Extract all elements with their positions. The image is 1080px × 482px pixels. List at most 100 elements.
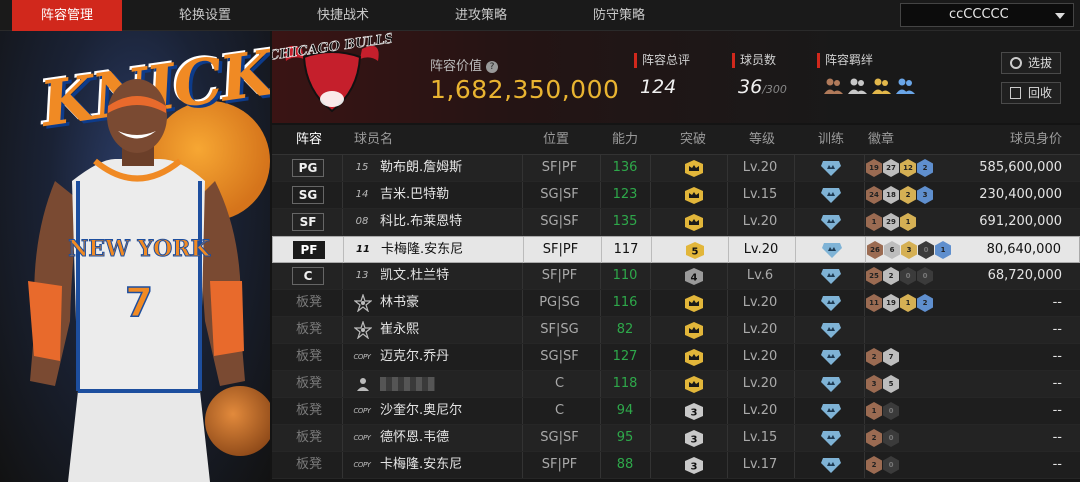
table-row[interactable]: SG 14 吉米.巴特勒 SG|SF 123 Lv.15 24 18 2 3 230,400,000 — [272, 182, 1080, 209]
table-row[interactable]: 板凳 COPY 卡梅隆.安东尼 SF|PF 88 3 Lv.17 2 0 -- — [272, 452, 1080, 479]
training-icon[interactable] — [821, 215, 841, 230]
badge-icon[interactable]: 26 — [867, 241, 883, 259]
training-icon[interactable] — [822, 243, 842, 258]
badge-icon[interactable]: 0 — [883, 429, 899, 447]
bond-bronze-icon[interactable] — [823, 77, 844, 95]
tab-defense-strategy[interactable]: 防守策略 — [564, 0, 674, 31]
column-divider — [343, 237, 344, 263]
team-select-dropdown[interactable]: ccCCCCC — [900, 3, 1074, 27]
badge-icon[interactable]: 18 — [883, 186, 899, 204]
badge-icon[interactable]: 3 — [866, 375, 882, 393]
player-name[interactable]: 崔永熙 — [380, 317, 419, 343]
badge-icon[interactable]: 1 — [866, 213, 882, 231]
badge-icon[interactable]: 0 — [883, 456, 899, 474]
badge-icon[interactable]: 2 — [866, 456, 882, 474]
table-row[interactable]: PG 15 勒布朗.詹姆斯 SF|PF 136 Lv.20 19 27 12 2 585,600,0… — [272, 155, 1080, 182]
player-name[interactable]: 凯文.杜兰特 — [380, 263, 449, 289]
column-divider — [864, 263, 865, 289]
col-training[interactable]: 训练 — [818, 125, 844, 155]
bond-silver-icon[interactable] — [847, 77, 868, 95]
table-row[interactable]: SF 08 科比.布莱恩特 SG|SF 135 Lv.20 1 29 1 691,200,000 — [272, 209, 1080, 236]
badge-icon[interactable]: 2 — [917, 159, 933, 177]
badge-icon[interactable]: 12 — [900, 159, 916, 177]
player-name[interactable]: 卡梅隆.安东尼 — [380, 452, 462, 478]
training-icon[interactable] — [821, 269, 841, 284]
col-badges[interactable]: 徽章 — [868, 125, 894, 155]
badge-icon[interactable]: 0 — [900, 267, 916, 285]
badge-icon[interactable]: 1 — [866, 402, 882, 420]
tab-rotation-settings[interactable]: 轮换设置 — [150, 0, 260, 31]
training-icon[interactable] — [821, 431, 841, 446]
badge-icon[interactable]: 29 — [883, 213, 899, 231]
player-name[interactable]: 沙奎尔.奥尼尔 — [380, 398, 462, 424]
crown-breakthrough-icon — [685, 349, 703, 366]
badge-icon[interactable]: 5 — [883, 375, 899, 393]
col-breakthrough[interactable]: 突破 — [680, 125, 706, 155]
badge-icon[interactable]: 0 — [918, 241, 934, 259]
table-row[interactable]: 板凳 COPY 迈克尔.乔丹 SG|SF 127 Lv.20 2 7 -- — [272, 344, 1080, 371]
table-row[interactable]: 板凳 C 118 Lv.20 3 5 -- — [272, 371, 1080, 398]
table-row[interactable]: 板凳 崔永熙 SF|SG 82 Lv.20 -- — [272, 317, 1080, 344]
col-player-name[interactable]: 球员名 — [354, 125, 393, 155]
table-row[interactable]: PF 11 卡梅隆.安东尼 SF|PF 117 5 Lv.20 26 6 3 0 1 80,640,00… — [272, 236, 1080, 263]
badge-icon[interactable]: 25 — [866, 267, 882, 285]
badge-icon[interactable]: 2 — [866, 429, 882, 447]
tab-lineup-management[interactable]: 阵容管理 — [12, 0, 122, 31]
player-name[interactable]: 德怀恩.韦德 — [380, 425, 449, 451]
slot-badge[interactable]: C — [292, 267, 324, 285]
training-icon[interactable] — [821, 161, 841, 176]
slot-badge[interactable]: SG — [292, 186, 324, 204]
table-row[interactable]: 板凳 COPY 德怀恩.韦德 SG|SF 95 3 Lv.15 2 0 -- — [272, 425, 1080, 452]
training-icon[interactable] — [821, 404, 841, 419]
col-slot[interactable]: 阵容 — [296, 125, 322, 155]
col-ability[interactable]: 能力 — [612, 125, 638, 155]
player-name[interactable]: 林书豪 — [380, 290, 419, 316]
table-row[interactable]: 板凳 COPY 沙奎尔.奥尼尔 C 94 3 Lv.20 1 0 -- — [272, 398, 1080, 425]
badge-icon[interactable]: 6 — [884, 241, 900, 259]
svg-text:5: 5 — [692, 247, 699, 258]
badge-icon[interactable]: 2 — [866, 348, 882, 366]
player-name[interactable]: 吉米.巴特勒 — [380, 182, 449, 208]
training-icon[interactable] — [821, 323, 841, 338]
slot-badge[interactable]: PF — [293, 241, 325, 259]
badge-icon[interactable]: 3 — [901, 241, 917, 259]
badge-icon[interactable]: 1 — [900, 294, 916, 312]
tab-quick-tactics[interactable]: 快捷战术 — [288, 0, 398, 31]
badge-icon[interactable]: 24 — [866, 186, 882, 204]
slot-badge[interactable]: SF — [292, 213, 324, 231]
select-button[interactable]: 选拔 — [1001, 52, 1061, 74]
badge-icon[interactable]: 1 — [900, 213, 916, 231]
training-icon[interactable] — [821, 188, 841, 203]
badge-icon[interactable]: 2 — [900, 186, 916, 204]
badge-icon[interactable]: 19 — [883, 294, 899, 312]
recycle-button[interactable]: 回收 — [1001, 82, 1061, 104]
training-icon[interactable] — [821, 458, 841, 473]
player-name[interactable]: 勒布朗.詹姆斯 — [380, 155, 462, 181]
bond-gold-icon[interactable] — [871, 77, 892, 95]
badge-icon[interactable]: 2 — [917, 294, 933, 312]
col-level[interactable]: 等级 — [749, 125, 775, 155]
training-icon[interactable] — [821, 377, 841, 392]
col-player-value[interactable]: 球员身价 — [1010, 125, 1062, 155]
table-row[interactable]: 板凳 林书豪 PG|SG 116 Lv.20 11 19 1 2 -- — [272, 290, 1080, 317]
table-row[interactable]: C 13 凯文.杜兰特 SF|PF 110 4 Lv.6 25 2 0 0 68,720,000 — [272, 263, 1080, 290]
badge-icon[interactable]: 2 — [883, 267, 899, 285]
training-icon[interactable] — [821, 296, 841, 311]
bond-blue-icon[interactable] — [895, 77, 916, 95]
badge-icon[interactable]: 11 — [866, 294, 882, 312]
badge-icon[interactable]: 3 — [917, 186, 933, 204]
slot-badge[interactable]: PG — [292, 159, 324, 177]
player-name[interactable]: 迈克尔.乔丹 — [380, 344, 449, 370]
badge-icon[interactable]: 0 — [917, 267, 933, 285]
player-name[interactable]: 卡梅隆.安东尼 — [381, 237, 463, 263]
col-position[interactable]: 位置 — [543, 125, 569, 155]
badge-icon[interactable]: 27 — [883, 159, 899, 177]
badge-icon[interactable]: 0 — [883, 402, 899, 420]
player-name[interactable]: 科比.布莱恩特 — [380, 209, 462, 235]
tab-offense-strategy[interactable]: 进攻策略 — [426, 0, 536, 31]
badge-icon[interactable]: 1 — [935, 241, 951, 259]
help-icon[interactable]: ? — [486, 61, 499, 73]
badge-icon[interactable]: 19 — [866, 159, 882, 177]
training-icon[interactable] — [821, 350, 841, 365]
badge-icon[interactable]: 7 — [883, 348, 899, 366]
